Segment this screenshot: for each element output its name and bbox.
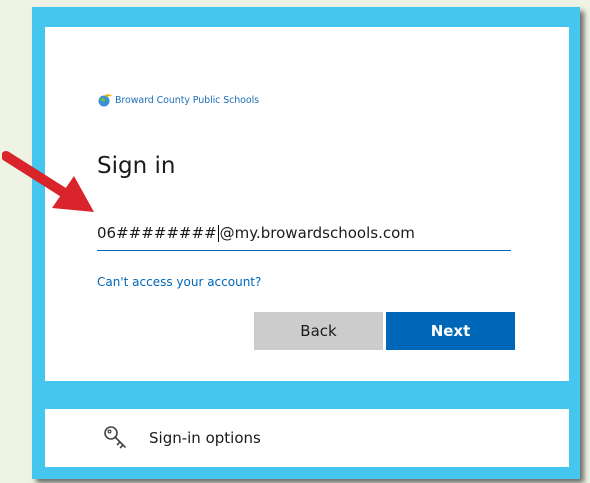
email-value-left: 06######## <box>97 224 217 242</box>
back-button[interactable]: Back <box>254 312 383 350</box>
signin-options-label: Sign-in options <box>149 429 261 447</box>
globe-icon <box>98 94 112 107</box>
signin-options-button[interactable]: Sign-in options <box>45 409 569 467</box>
school-name: Broward County Public Schools <box>115 94 259 106</box>
text-caret <box>217 225 219 242</box>
cant-access-link[interactable]: Can't access your account? <box>97 275 261 289</box>
school-logo: Broward County Public Schools <box>97 93 259 107</box>
signin-frame: Broward County Public Schools Sign in 06… <box>32 7 580 479</box>
red-arrow-annotation <box>2 151 94 212</box>
page-title: Sign in <box>97 153 176 179</box>
next-button[interactable]: Next <box>386 312 515 350</box>
key-icon <box>104 426 126 449</box>
signin-card: Broward County Public Schools Sign in 06… <box>45 27 569 381</box>
email-field[interactable]: 06######## @my.browardschools.com <box>97 215 511 251</box>
email-value-right: @my.browardschools.com <box>219 224 415 242</box>
